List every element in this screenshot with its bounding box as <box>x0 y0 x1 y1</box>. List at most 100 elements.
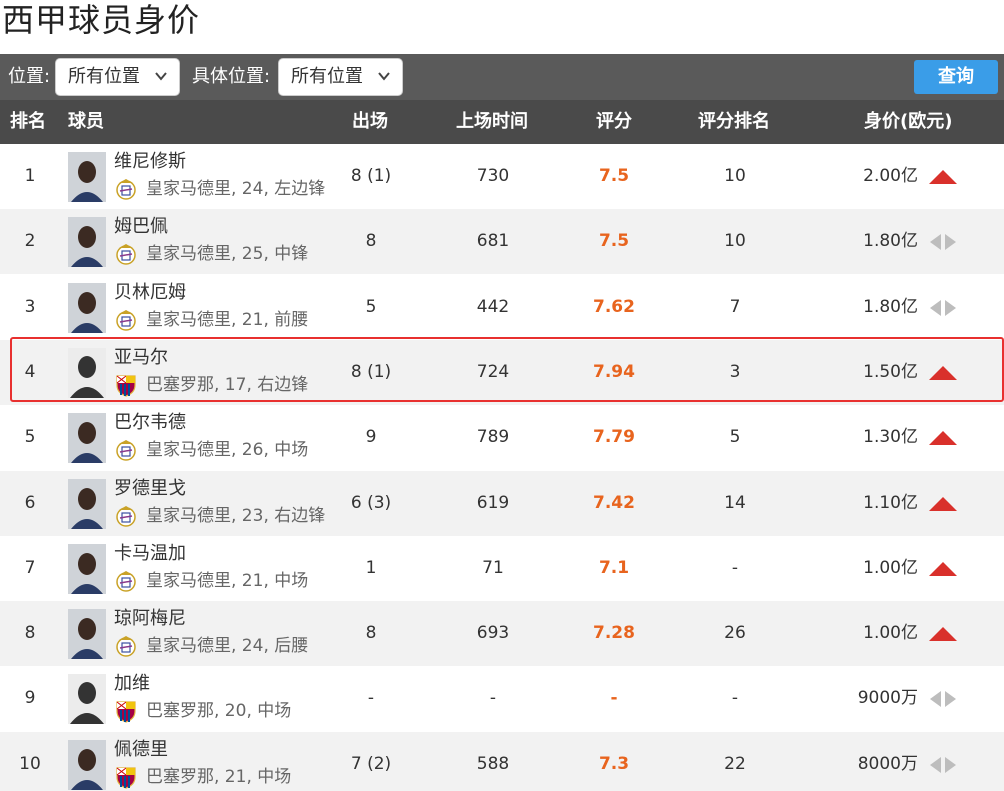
player-avatar[interactable] <box>68 609 106 660</box>
rank-cell: 2 <box>24 231 36 252</box>
rank-cell: 4 <box>24 361 36 382</box>
player-name[interactable]: 巴尔韦德 <box>114 412 186 434</box>
header-player[interactable]: 球员 <box>68 100 104 144</box>
rating-rank-cell: 10 <box>724 231 746 252</box>
rank-cell: 7 <box>24 557 36 578</box>
player-info: 皇家马德里, 25, 中锋 <box>146 244 309 265</box>
rank-cell: 8 <box>24 623 36 644</box>
rating-rank-cell: 3 <box>729 361 741 382</box>
table-row[interactable]: 5 巴尔韦德 皇家马德里, 26, 中场 9 789 7.79 5 1.30亿 <box>0 405 1004 470</box>
rating-cell: 7.28 <box>593 623 635 644</box>
player-info: 皇家马德里, 26, 中场 <box>146 440 309 461</box>
table-header: 排名 球员 出场 上场时间 评分 评分排名 身价(欧元) <box>0 100 1004 144</box>
appearances-cell: 6 (3) <box>350 492 392 513</box>
value-cell: 1.50亿 <box>863 361 918 382</box>
rating-cell: 7.5 <box>598 166 630 186</box>
rating-cell: - <box>610 688 618 709</box>
position-select-value: 所有位置 <box>68 66 140 87</box>
player-info: 皇家马德里, 21, 前腰 <box>146 309 309 330</box>
rating-cell: 7.42 <box>593 492 635 513</box>
header-appearances[interactable]: 出场 <box>352 100 388 144</box>
trend-up-icon <box>929 170 957 184</box>
header-minutes[interactable]: 上场时间 <box>456 100 528 144</box>
appearances-cell: 8 (1) <box>350 361 392 382</box>
player-info: 皇家马德里, 24, 左边锋 <box>146 179 326 199</box>
player-info: 皇家马德里, 24, 后腰 <box>146 636 309 657</box>
player-name[interactable]: 姆巴佩 <box>114 216 168 238</box>
chevron-down-icon <box>155 72 167 81</box>
real-madrid-logo-icon <box>116 505 136 527</box>
minutes-cell: 724 <box>476 361 510 382</box>
appearances-cell: 8 <box>365 623 377 644</box>
player-avatar[interactable] <box>68 413 106 464</box>
player-info: 巴塞罗那, 21, 中场 <box>146 766 292 787</box>
player-name[interactable]: 卡马温加 <box>114 543 186 565</box>
player-name[interactable]: 琼阿梅尼 <box>114 608 186 630</box>
value-cell: 9000万 <box>857 688 918 709</box>
player-avatar[interactable] <box>68 282 106 333</box>
trend-flat-icon <box>930 299 956 316</box>
player-avatar[interactable] <box>68 739 106 790</box>
minutes-cell: 730 <box>476 166 510 186</box>
table-row[interactable]: 2 姆巴佩 皇家马德里, 25, 中锋 8 681 7.5 10 1.80亿 <box>0 209 1004 275</box>
header-rank[interactable]: 排名 <box>10 100 46 144</box>
player-name[interactable]: 贝林厄姆 <box>114 282 186 304</box>
rank-cell: 9 <box>24 688 36 709</box>
table-row[interactable]: 1 维尼修斯 皇家马德里, 24, 左边锋 8 (1) 730 7.5 10 2… <box>0 144 1004 209</box>
appearances-cell: 1 <box>365 557 377 578</box>
player-name[interactable]: 加维 <box>114 673 150 695</box>
player-name[interactable]: 罗德里戈 <box>114 478 186 500</box>
detail-position-label: 具体位置: <box>192 66 271 87</box>
rating-rank-cell: 5 <box>729 427 741 448</box>
player-info: 巴塞罗那, 17, 右边锋 <box>146 374 309 395</box>
appearances-cell: 7 (2) <box>350 753 392 774</box>
minutes-cell: 442 <box>476 296 510 317</box>
detail-position-select[interactable]: 所有位置 <box>278 58 403 96</box>
barcelona-logo-icon <box>116 767 136 789</box>
filter-bar: 位置: 所有位置 具体位置: 所有位置 查询 <box>0 54 1004 100</box>
minutes-cell: 588 <box>476 753 510 774</box>
player-avatar[interactable] <box>68 674 106 725</box>
player-avatar[interactable] <box>68 543 106 594</box>
rating-rank-cell: 14 <box>724 492 746 513</box>
appearances-cell: 9 <box>365 427 377 448</box>
trend-up-icon <box>929 627 957 642</box>
player-name[interactable]: 佩德里 <box>114 739 168 761</box>
appearances-cell: 8 <box>365 231 377 252</box>
table-row[interactable]: 8 琼阿梅尼 皇家马德里, 24, 后腰 8 693 7.28 26 1.00亿 <box>0 601 1004 667</box>
minutes-cell: 681 <box>476 231 510 252</box>
player-info: 皇家马德里, 21, 中场 <box>146 570 309 591</box>
rating-cell: 7.79 <box>593 427 635 448</box>
table-row[interactable]: 6 罗德里戈 皇家马德里, 23, 右边锋 6 (3) 619 7.42 14 … <box>0 470 1004 536</box>
trend-up-icon <box>929 431 957 446</box>
player-name[interactable]: 维尼修斯 <box>114 151 186 173</box>
player-avatar[interactable] <box>68 217 106 268</box>
header-rating-rank[interactable]: 评分排名 <box>698 100 770 144</box>
table-row[interactable]: 10 佩德里 巴塞罗那, 21, 中场 7 (2) 588 7.3 22 800… <box>0 731 1004 791</box>
position-select[interactable]: 所有位置 <box>55 58 180 96</box>
real-madrid-logo-icon <box>116 440 136 461</box>
appearances-cell: 5 <box>365 296 377 317</box>
table-row[interactable]: 4 亚马尔 巴塞罗那, 17, 右边锋 8 (1) 724 7.94 3 1.5… <box>0 336 1004 405</box>
player-name[interactable]: 亚马尔 <box>114 347 168 369</box>
trend-flat-icon <box>930 756 956 773</box>
query-button[interactable]: 查询 <box>914 60 998 94</box>
value-cell: 1.00亿 <box>863 557 918 578</box>
header-value[interactable]: 身价(欧元) <box>864 100 952 144</box>
rank-cell: 3 <box>24 296 36 317</box>
barcelona-logo-icon <box>116 701 136 724</box>
rank-cell: 10 <box>19 753 41 774</box>
player-info: 皇家马德里, 23, 右边锋 <box>146 505 326 526</box>
real-madrid-logo-icon <box>116 244 136 266</box>
header-rating[interactable]: 评分 <box>596 100 632 144</box>
table-row[interactable]: 7 卡马温加 皇家马德里, 21, 中场 1 71 7.1 - 1.00亿 <box>0 536 1004 601</box>
player-avatar[interactable] <box>68 152 106 202</box>
rating-cell: 7.5 <box>598 231 630 252</box>
player-avatar[interactable] <box>68 347 106 398</box>
table-row[interactable]: 3 贝林厄姆 皇家马德里, 21, 前腰 5 442 7.62 7 1.80亿 <box>0 275 1004 340</box>
table-row[interactable]: 9 加维 巴塞罗那, 20, 中场 - - - - 9000万 <box>0 666 1004 731</box>
rank-cell: 5 <box>24 427 36 448</box>
trend-up-icon <box>929 365 957 380</box>
player-info: 巴塞罗那, 20, 中场 <box>146 701 292 722</box>
player-avatar[interactable] <box>68 478 106 529</box>
